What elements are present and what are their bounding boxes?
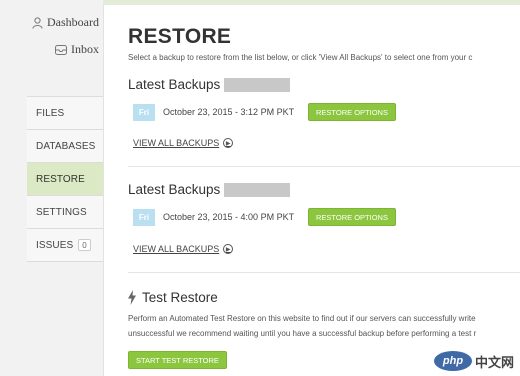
backup-date: October 23, 2015 - 3:12 PM PKT (163, 107, 295, 117)
nav-item-settings[interactable]: SETTINGS (27, 196, 103, 229)
view-all-backups-link[interactable]: VIEW ALL BACKUPS ▶ (133, 244, 234, 254)
issues-count-badge: 0 (78, 239, 91, 251)
inbox-label: Inbox (71, 42, 99, 56)
user-icon (32, 16, 43, 29)
day-badge: Fri (133, 103, 155, 121)
nav-item-label: FILES (36, 107, 65, 119)
restore-options-button[interactable]: RESTORE OPTIONS (308, 103, 396, 121)
arrow-right-circle-icon: ▶ (223, 138, 234, 148)
section-nav: FILES DATABASES RESTORE SETTINGS ISSUES 0 (27, 96, 103, 262)
dashboard-link[interactable]: Dashboard (32, 15, 99, 30)
arrow-right-circle-icon: ▶ (223, 244, 234, 254)
divider (128, 272, 520, 273)
test-restore-title: Test Restore (142, 290, 218, 305)
view-all-backups-link[interactable]: VIEW ALL BACKUPS ▶ (133, 138, 234, 148)
php-logo: php (434, 351, 472, 371)
main-panel: RESTORE Select a backup to restore from … (103, 5, 520, 376)
nav-item-databases[interactable]: DATABASES (27, 130, 103, 163)
description-line: unsuccessful we recommend waiting until … (128, 329, 477, 338)
sidebar: Dashboard Inbox FILES DATABASES RESTORE … (0, 0, 103, 376)
nav-item-label: RESTORE (36, 173, 85, 185)
nav-item-restore[interactable]: RESTORE (27, 163, 103, 196)
backup-date: October 23, 2015 - 4:00 PM PKT (163, 212, 295, 222)
lightning-icon (128, 290, 136, 305)
test-restore-heading: Test Restore (128, 290, 218, 305)
watermark-text: 中文网 (475, 354, 515, 370)
latest-backups-heading: Latest Backups (128, 182, 291, 197)
description-line: Perform an Automated Test Restore on thi… (128, 314, 476, 323)
nav-item-label: ISSUES (36, 239, 74, 251)
nav-item-label: SETTINGS (36, 206, 87, 218)
section-title-text: Latest Backups (128, 77, 221, 92)
backup-row: Fri October 23, 2015 - 4:00 PM PKT RESTO… (133, 207, 396, 227)
backup-row: Fri October 23, 2015 - 3:12 PM PKT RESTO… (133, 102, 396, 122)
divider (128, 166, 520, 167)
nav-item-files[interactable]: FILES (27, 97, 103, 130)
page-title: RESTORE (128, 25, 232, 48)
restore-options-button[interactable]: RESTORE OPTIONS (308, 208, 396, 226)
inbox-icon (55, 44, 67, 55)
redacted-block (224, 77, 291, 92)
latest-backups-heading: Latest Backups (128, 77, 291, 92)
section-title-text: Latest Backups (128, 182, 221, 197)
redacted-block (224, 182, 291, 197)
site-watermark: php 中文网 (434, 351, 514, 371)
view-all-label: VIEW ALL BACKUPS (133, 138, 220, 148)
page-subtitle: Select a backup to restore from the list… (128, 53, 473, 62)
test-restore-description: Perform an Automated Test Restore on thi… (128, 311, 520, 341)
nav-item-issues[interactable]: ISSUES 0 (27, 229, 103, 262)
start-test-restore-button[interactable]: START TEST RESTORE (128, 351, 227, 369)
dashboard-label: Dashboard (47, 15, 99, 29)
inbox-link[interactable]: Inbox (55, 42, 99, 57)
day-badge: Fri (133, 208, 155, 226)
nav-item-label: DATABASES (36, 140, 96, 152)
view-all-label: VIEW ALL BACKUPS (133, 244, 220, 254)
